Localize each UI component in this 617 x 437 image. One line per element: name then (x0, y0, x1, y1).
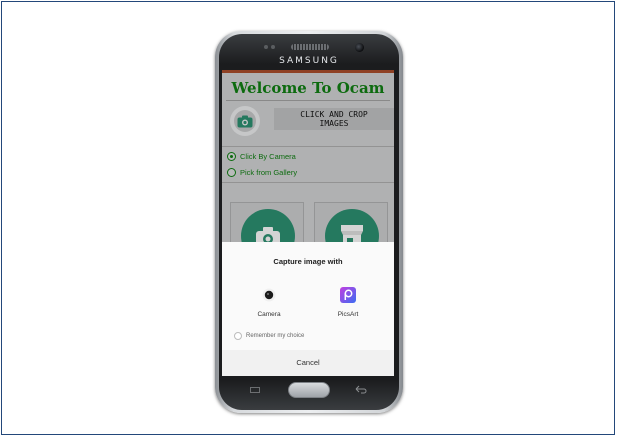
light-sensor-icon (271, 45, 275, 49)
picsart-app-icon (340, 287, 356, 303)
proximity-sensor-icon (264, 45, 268, 49)
chooser-sheet: Capture image with Camera PicsArt Rememb… (222, 242, 394, 376)
front-camera-icon (355, 43, 364, 52)
chooser-option-label: PicsArt (337, 311, 359, 318)
earpiece-speaker-icon (291, 44, 329, 50)
chooser-option-picsart[interactable]: PicsArt (318, 286, 378, 318)
remember-label: Remember my choice (246, 333, 305, 339)
back-key-icon[interactable] (355, 385, 367, 394)
phone-screen: Welcome To Ocam CLICK AND CROP IMAGES Cl… (222, 70, 394, 376)
dim-overlay (222, 70, 394, 242)
checkbox-icon[interactable] (234, 332, 242, 340)
remember-choice-checkbox[interactable]: Remember my choice (234, 332, 304, 340)
chooser-title: Capture image with (273, 257, 343, 266)
home-button[interactable] (288, 382, 330, 398)
recent-apps-key-icon[interactable] (250, 387, 260, 393)
chooser-option-camera[interactable]: Camera (239, 286, 299, 318)
chooser-option-label: Camera (257, 311, 281, 318)
camera-app-icon (262, 288, 276, 302)
cancel-button[interactable]: Cancel (222, 350, 394, 376)
brand-logo: SAMSUNG (279, 56, 339, 66)
